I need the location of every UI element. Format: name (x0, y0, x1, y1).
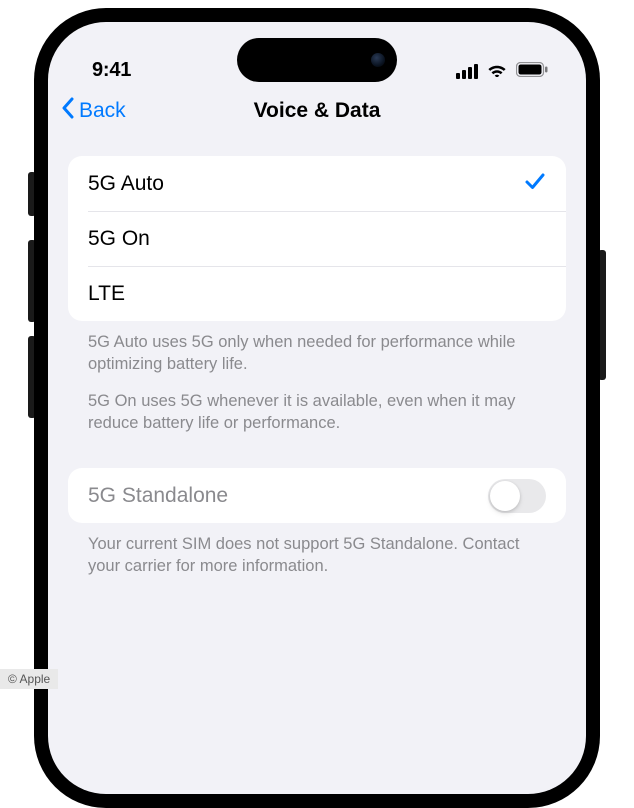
standalone-footer: Your current SIM does not support 5G Sta… (68, 523, 566, 578)
battery-icon (516, 62, 548, 82)
cellular-signal-icon (456, 64, 478, 79)
option-label: 5G On (88, 227, 150, 251)
standalone-group: 5G Standalone (68, 468, 566, 523)
content: 5G Auto 5G On LTE (48, 136, 586, 578)
standalone-label: 5G Standalone (88, 484, 228, 508)
chevron-left-icon (60, 97, 75, 125)
screen: 9:41 Back Voice & Data (48, 22, 586, 794)
option-lte[interactable]: LTE (88, 266, 566, 321)
back-button[interactable]: Back (60, 97, 126, 125)
nav-bar: Back Voice & Data (48, 86, 586, 136)
voice-data-options-group: 5G Auto 5G On LTE (68, 156, 566, 321)
back-label: Back (79, 99, 126, 123)
option-label: LTE (88, 282, 125, 306)
options-footer-2: 5G On uses 5G whenever it is available, … (68, 376, 566, 435)
wifi-icon (486, 61, 508, 82)
standalone-row[interactable]: 5G Standalone (68, 468, 566, 523)
page-title: Voice & Data (48, 99, 586, 123)
options-footer-1: 5G Auto uses 5G only when needed for per… (68, 321, 566, 376)
attribution-label: © Apple (0, 669, 58, 689)
status-icons (456, 61, 548, 82)
status-time: 9:41 (92, 59, 131, 82)
device-frame: 9:41 Back Voice & Data (34, 8, 600, 808)
option-label: 5G Auto (88, 172, 164, 196)
checkmark-icon (524, 170, 546, 198)
dynamic-island (237, 38, 397, 82)
toggle-knob (490, 481, 520, 511)
option-5g-on[interactable]: 5G On (88, 211, 566, 266)
front-camera-icon (371, 53, 385, 67)
standalone-toggle[interactable] (488, 479, 546, 513)
option-5g-auto[interactable]: 5G Auto (68, 156, 566, 211)
